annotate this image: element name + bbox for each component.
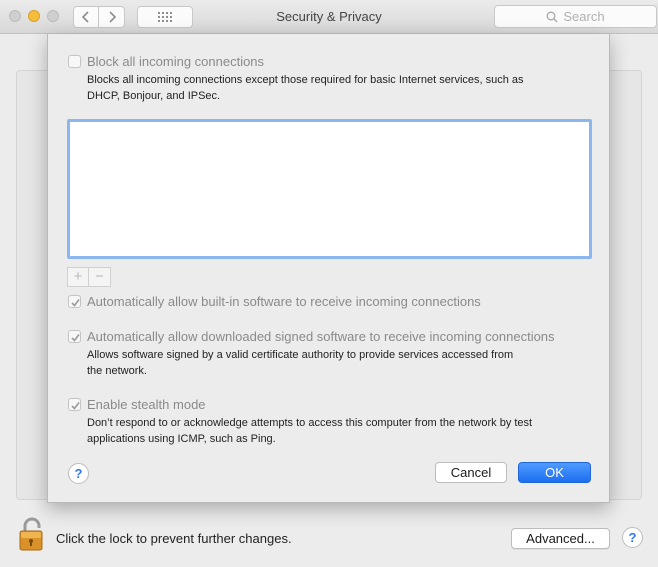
- block-all-description-line1: Blocks all incoming connections except t…: [87, 74, 524, 86]
- grid-icon: [158, 12, 172, 22]
- application-list[interactable]: [67, 119, 592, 259]
- advanced-button[interactable]: Advanced...: [511, 528, 610, 549]
- stealth-mode-checkbox[interactable]: [68, 398, 81, 411]
- firewall-options-sheet: Block all incoming connections Blocks al…: [47, 34, 610, 503]
- lock-icon[interactable]: [16, 516, 48, 552]
- auto-allow-builtin-label: Automatically allow built-in software to…: [87, 294, 481, 309]
- chevron-left-icon: [81, 11, 89, 23]
- stealth-mode-description-line1: Don’t respond to or acknowledge attempts…: [87, 417, 533, 429]
- auto-allow-signed-description-line1: Allows software signed by a valid certif…: [87, 349, 514, 361]
- back-button[interactable]: [73, 6, 99, 28]
- auto-allow-signed-label: Automatically allow downloaded signed so…: [87, 329, 555, 344]
- remove-app-button[interactable]: −: [89, 267, 111, 287]
- checkmark-icon: [71, 334, 80, 342]
- title-bar: Security & Privacy Search: [0, 0, 658, 34]
- close-window-button[interactable]: [9, 10, 21, 22]
- help-button[interactable]: ?: [622, 527, 643, 548]
- show-all-button[interactable]: [137, 6, 193, 28]
- auto-allow-signed-checkbox[interactable]: [68, 330, 81, 343]
- search-placeholder: Search: [563, 9, 605, 24]
- search-field[interactable]: Search: [494, 5, 657, 28]
- forward-button[interactable]: [99, 6, 125, 28]
- auto-allow-signed-description-line2: the network.: [87, 365, 147, 377]
- cancel-button[interactable]: Cancel: [435, 462, 507, 483]
- zoom-window-button[interactable]: [47, 10, 59, 22]
- ok-button[interactable]: OK: [518, 462, 591, 483]
- minimize-window-button[interactable]: [28, 10, 40, 22]
- search-icon: [546, 11, 558, 22]
- add-app-button[interactable]: +: [67, 267, 89, 287]
- block-all-label: Block all incoming connections: [87, 54, 265, 69]
- lock-status-text: Click the lock to prevent further change…: [56, 531, 292, 546]
- block-all-description-line2: DHCP, Bonjour, and IPSec.: [87, 90, 221, 102]
- sheet-help-button[interactable]: ?: [68, 463, 89, 484]
- checkmark-icon: [71, 402, 80, 410]
- stealth-mode-description-line2: applications using ICMP, such as Ping.: [87, 433, 276, 445]
- chevron-right-icon: [108, 11, 116, 23]
- checkmark-icon: [71, 299, 80, 307]
- auto-allow-builtin-checkbox[interactable]: [68, 295, 81, 308]
- stealth-mode-label: Enable stealth mode: [87, 397, 206, 412]
- block-all-checkbox[interactable]: [68, 55, 81, 68]
